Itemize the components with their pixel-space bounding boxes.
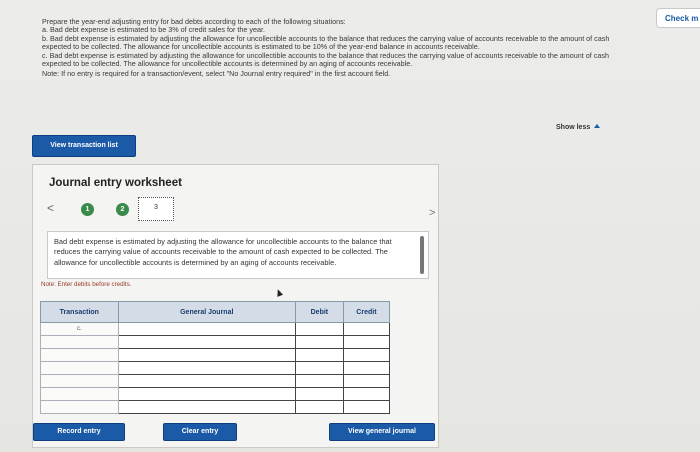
- transaction-cell: [40, 348, 119, 362]
- header-debit: Debit: [294, 301, 344, 323]
- caret-up-icon: [594, 124, 601, 128]
- account-input[interactable]: [117, 400, 296, 414]
- debit-input[interactable]: [294, 361, 344, 375]
- credit-input[interactable]: [342, 322, 391, 336]
- check-my-work-button[interactable]: Check m: [656, 8, 700, 28]
- account-input[interactable]: [117, 361, 296, 375]
- debits-credits-note: Note: Enter debits before credits.: [41, 281, 132, 288]
- instructions-c: c. Bad debt expense is estimated by adju…: [42, 50, 609, 69]
- header-transaction: Transaction: [40, 301, 119, 323]
- credit-input[interactable]: [342, 387, 391, 401]
- debit-input[interactable]: [294, 348, 344, 362]
- step-2-done[interactable]: 2: [116, 203, 129, 216]
- debit-input[interactable]: [294, 335, 344, 349]
- account-input[interactable]: [117, 348, 296, 362]
- next-arrow-icon[interactable]: >: [429, 207, 435, 219]
- transaction-cell: [40, 361, 119, 375]
- table-row: [40, 348, 391, 362]
- mouse-cursor-icon: [274, 288, 284, 297]
- journal-entry-worksheet: Journal entry worksheet < 1 2 3 > Bad de…: [32, 164, 439, 448]
- step-3-current[interactable]: 3: [138, 197, 174, 221]
- entry-description: Bad debt expense is estimated by adjusti…: [54, 237, 392, 267]
- view-general-journal-button[interactable]: View general journal: [329, 423, 435, 441]
- table-row: [40, 387, 391, 401]
- debit-input[interactable]: [294, 374, 344, 388]
- transaction-cell: [40, 400, 119, 414]
- transaction-cell: [40, 335, 119, 349]
- account-input[interactable]: [117, 374, 296, 388]
- transaction-cell: c.: [40, 322, 119, 336]
- debit-input[interactable]: [294, 400, 344, 414]
- credit-input[interactable]: [342, 348, 391, 362]
- account-input[interactable]: [117, 322, 296, 336]
- clear-entry-button[interactable]: Clear entry: [163, 423, 237, 441]
- table-row: c.: [40, 322, 391, 336]
- transaction-cell: [40, 374, 119, 388]
- instructions-note: Note: If no entry is required for a tran…: [42, 69, 391, 79]
- worksheet-title: Journal entry worksheet: [49, 177, 182, 189]
- debit-input[interactable]: [294, 387, 344, 401]
- account-input[interactable]: [117, 387, 296, 401]
- instructions: Prepare the year-end adjusting entry for…: [42, 17, 622, 79]
- table-row: [40, 374, 391, 388]
- view-transaction-list-button[interactable]: View transaction list: [32, 135, 136, 157]
- entry-description-box: Bad debt expense is estimated by adjusti…: [47, 231, 429, 279]
- description-scrollbar[interactable]: [420, 236, 424, 274]
- show-less-label[interactable]: Show less: [556, 124, 590, 131]
- table-row: [40, 335, 391, 349]
- journal-table: Transaction General Journal Debit Credit…: [40, 301, 391, 414]
- header-general-journal: General Journal: [117, 301, 296, 323]
- prev-arrow-icon[interactable]: <: [47, 201, 54, 215]
- debit-input[interactable]: [294, 322, 344, 336]
- step-1-done[interactable]: 1: [81, 203, 94, 216]
- credit-input[interactable]: [342, 335, 391, 349]
- credit-input[interactable]: [342, 361, 391, 375]
- record-entry-button[interactable]: Record entry: [33, 423, 125, 441]
- instructions-b: b. Bad debt expense is estimated by adju…: [42, 33, 610, 52]
- account-input[interactable]: [117, 335, 296, 349]
- transaction-cell: [40, 387, 119, 401]
- credit-input[interactable]: [342, 400, 391, 414]
- show-less-toggle[interactable]: Show less: [556, 124, 601, 131]
- page: Check m Prepare the year-end adjusting e…: [0, 0, 700, 452]
- credit-input[interactable]: [342, 374, 391, 388]
- table-row: [40, 400, 391, 414]
- header-credit: Credit: [342, 301, 391, 323]
- table-row: [40, 361, 391, 375]
